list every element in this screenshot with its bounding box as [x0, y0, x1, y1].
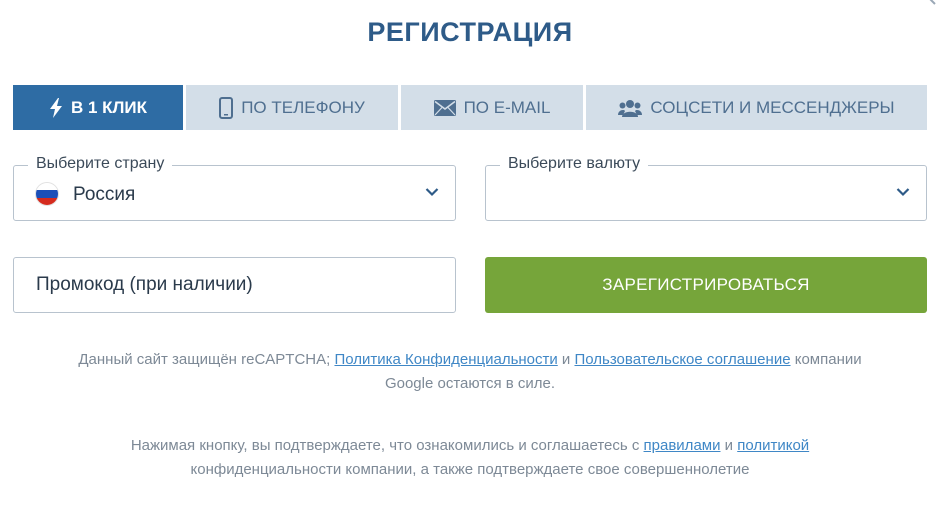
tab-one-click[interactable]: В 1 КЛИК [13, 85, 183, 130]
users-icon [618, 99, 643, 117]
recaptcha-text: Google остаются в силе. [384, 375, 556, 392]
terms-text: Нажимая кнопку, вы подтверждаете, что оз… [130, 437, 644, 454]
country-select-value: Россия [73, 184, 136, 205]
terms-notice: Нажимая кнопку, вы подтверждаете, что оз… [0, 434, 940, 482]
terms-of-service-link[interactable]: Пользовательское соглашение [574, 351, 790, 368]
lightning-icon [49, 97, 62, 118]
terms-text: конфиденциальности компании, а также под… [190, 461, 750, 478]
recaptcha-text: компании [790, 351, 862, 368]
tab-label: В 1 КЛИК [70, 97, 148, 117]
recaptcha-notice: Данный сайт защищён reCAPTCHA; Политика … [0, 348, 940, 396]
promo-code-input[interactable] [14, 258, 455, 312]
registration-tabs: В 1 КЛИК ПО ТЕЛЕФОНУ ПО E-MAIL СОЦСЕТИ И… [13, 85, 927, 130]
envelope-icon [433, 99, 456, 116]
promo-code-field [13, 257, 456, 313]
privacy-policy-link[interactable]: Политика Конфиденциальности [334, 351, 557, 368]
policy-link[interactable]: политикой [737, 437, 809, 454]
recaptcha-text: и [557, 351, 575, 368]
tab-social[interactable]: СОЦСЕТИ И МЕССЕНДЖЕРЫ [586, 85, 927, 130]
register-button[interactable]: ЗАРЕГИСТРИРОВАТЬСЯ [485, 257, 927, 313]
country-select-label: Выберите страну [28, 155, 173, 173]
tab-label: ПО ТЕЛЕФОНУ [241, 97, 365, 117]
tab-label: ПО E-MAIL [463, 97, 551, 117]
tab-phone[interactable]: ПО ТЕЛЕФОНУ [186, 85, 398, 130]
chevron-down-icon [896, 188, 910, 197]
terms-text: и [720, 437, 738, 454]
tab-label: СОЦСЕТИ И МЕССЕНДЖЕРЫ [650, 97, 895, 117]
tab-email[interactable]: ПО E-MAIL [401, 85, 583, 130]
recaptcha-text: Данный сайт защищён reCAPTCHA; [78, 351, 335, 368]
rules-link[interactable]: правилами [644, 437, 721, 454]
country-select[interactable]: Выберите страну Россия [13, 155, 456, 221]
chevron-down-icon [425, 188, 439, 197]
phone-icon [219, 96, 234, 119]
currency-select[interactable]: Выберите валюту [485, 155, 927, 221]
currency-select-label: Выберите валюту [500, 155, 649, 173]
russia-flag-icon [36, 183, 58, 205]
corner-mark-icon [929, 0, 936, 5]
page-title: РЕГИСТРАЦИЯ [367, 17, 573, 47]
